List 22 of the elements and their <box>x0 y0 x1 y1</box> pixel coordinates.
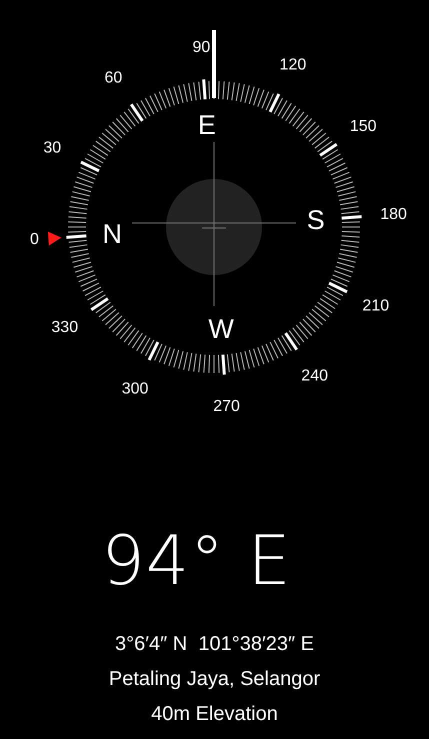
degree-label: 120 <box>280 56 306 74</box>
north-pointer-icon <box>48 232 62 246</box>
cardinal-label: S <box>306 204 325 235</box>
degree-label: 180 <box>380 206 407 223</box>
cardinal-label: E <box>198 110 216 140</box>
location-text: Petaling Jaya, Selangor <box>108 667 320 692</box>
degree-label: 300 <box>122 380 148 398</box>
cardinal-label: W <box>208 314 234 344</box>
heading-indicator <box>212 30 216 98</box>
degree-label: 0 <box>30 231 39 248</box>
degree-label: 30 <box>43 140 62 157</box>
heading-readout: 94° E <box>101 522 292 602</box>
degree-label: 90 <box>192 38 210 56</box>
degree-label: 270 <box>213 398 240 416</box>
degree-label: 210 <box>362 297 390 314</box>
coordinates-text: 3°6′4″ N 101°38′23″ E <box>115 632 314 657</box>
degree-label: 330 <box>51 319 78 336</box>
degree-label: 240 <box>301 368 328 385</box>
elevation-text: 40m Elevation <box>151 702 278 727</box>
degree-label: 150 <box>350 118 377 135</box>
cardinal-label: N <box>102 219 122 250</box>
degree-label: 60 <box>104 69 122 86</box>
